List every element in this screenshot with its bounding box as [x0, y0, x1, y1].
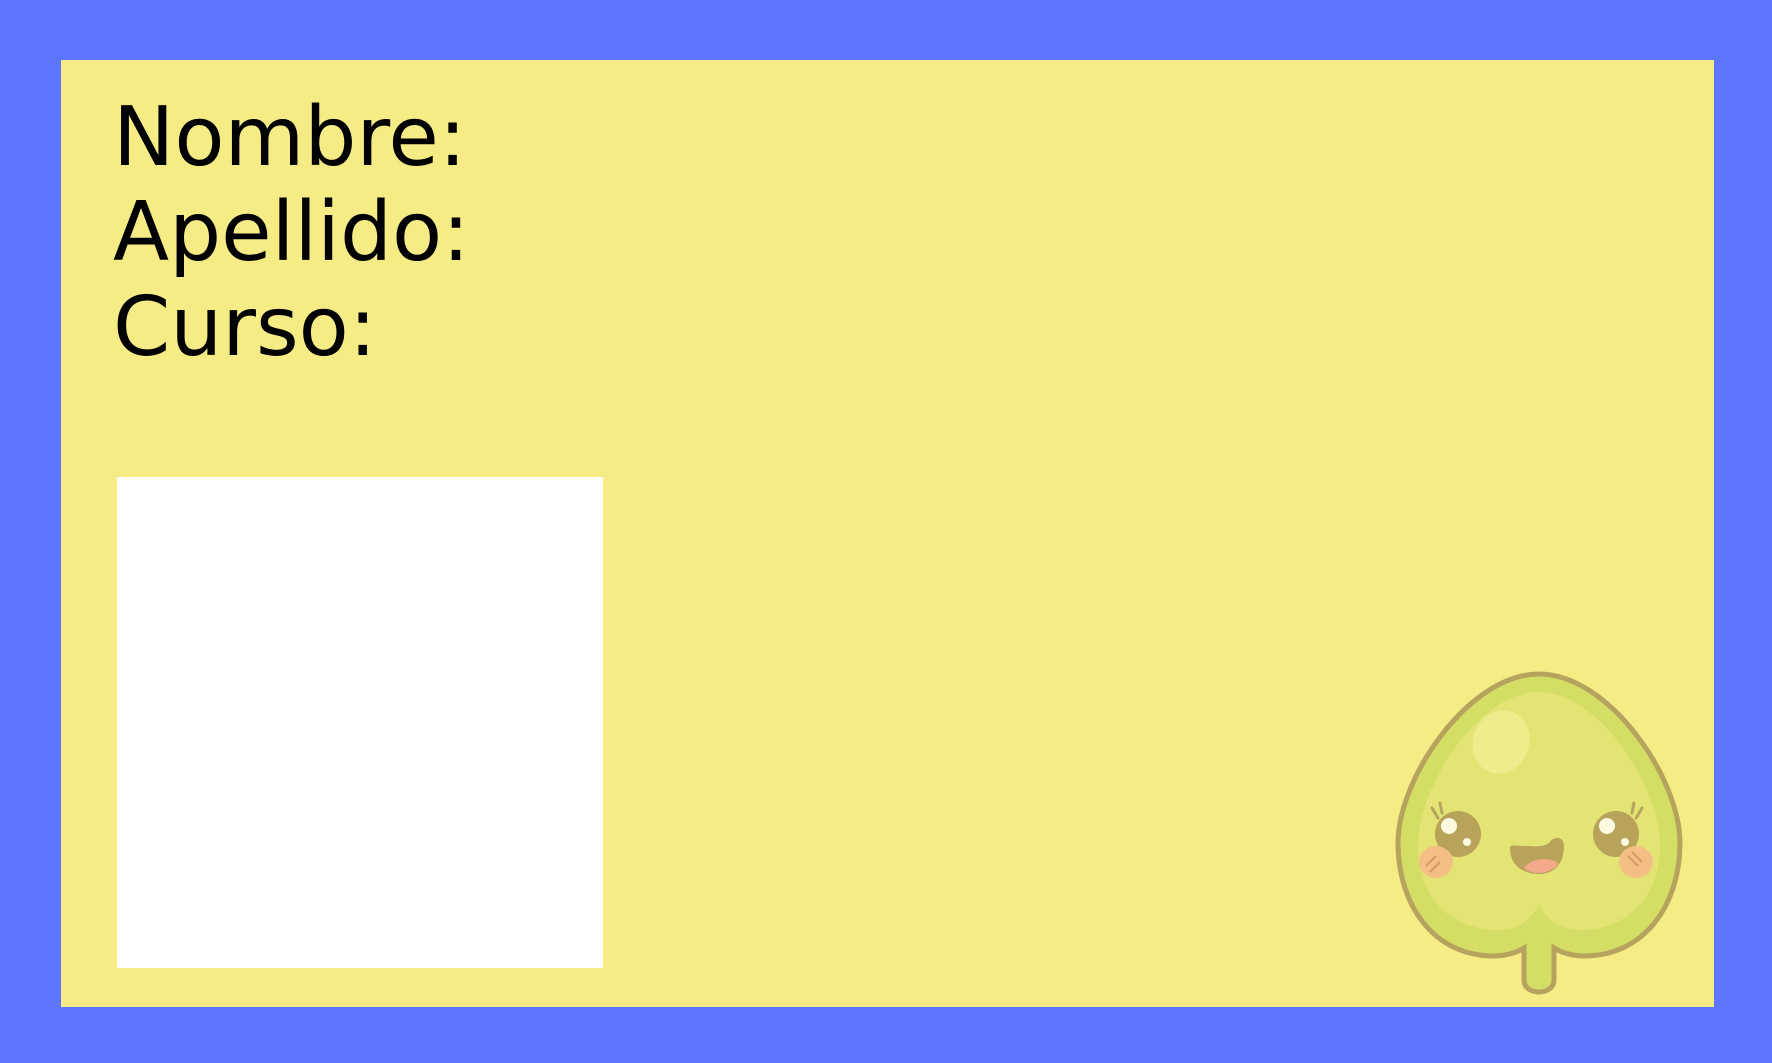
name-label: Nombre:: [113, 90, 467, 185]
photo-placeholder: [117, 477, 603, 968]
left-eye-glint-small: [1463, 838, 1471, 846]
left-cheek: [1419, 846, 1453, 878]
right-eye-glint: [1599, 818, 1615, 834]
left-eye-glint: [1441, 818, 1457, 834]
id-card: Nombre: Apellido: Curso:: [61, 60, 1714, 1007]
surname-label: Apellido:: [113, 185, 470, 280]
course-label: Curso:: [113, 280, 377, 375]
card-labels: Nombre: Apellido: Curso:: [113, 90, 470, 375]
right-eye-glint-small: [1621, 838, 1629, 846]
right-cheek: [1619, 846, 1653, 878]
kawaii-seed-mascot-icon: [1395, 671, 1683, 995]
